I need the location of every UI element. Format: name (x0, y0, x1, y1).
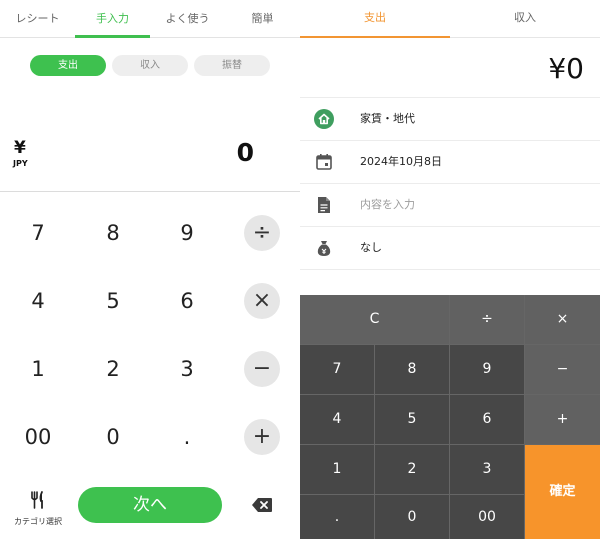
minus-button[interactable]: − (525, 345, 600, 394)
key-decimal[interactable]: . (157, 417, 217, 457)
payment-value: なし (360, 241, 382, 254)
tab-receipt[interactable]: レシート (0, 0, 75, 38)
tab-frequently-used[interactable]: よく使う (150, 0, 225, 38)
money-bag-icon (317, 241, 331, 256)
memo-input[interactable]: 内容を入力 (360, 184, 415, 226)
amount-display: 0 (236, 138, 254, 167)
amount-display: ¥0 (548, 52, 584, 85)
payment-row[interactable]: なし (300, 227, 600, 269)
key-0[interactable]: 0 (375, 495, 449, 539)
active-tab-indicator (300, 36, 450, 38)
house-icon (314, 109, 334, 129)
next-button[interactable]: 次へ (78, 487, 222, 523)
manual-entry-panel: レシート 手入力 よく使う 簡単 支出 収入 振替 ¥ JPY 0 7 8 9 … (0, 0, 300, 539)
date-value: 2024年10月8日 (360, 155, 442, 168)
key-8[interactable]: 8 (83, 213, 143, 253)
key-8[interactable]: 8 (375, 345, 449, 394)
calendar-icon (316, 154, 332, 170)
key-4[interactable]: 4 (8, 281, 68, 321)
backspace-icon (252, 498, 272, 512)
key-9[interactable]: 9 (157, 213, 217, 253)
key-00[interactable]: 00 (450, 495, 524, 539)
key-3[interactable]: 3 (450, 445, 524, 494)
category-value: 家賃・地代 (360, 112, 415, 125)
key-6[interactable]: 6 (157, 281, 217, 321)
tab-manual-input[interactable]: 手入力 (75, 0, 150, 38)
top-tab-bar: レシート 手入力 よく使う 簡単 (0, 0, 300, 38)
key-5[interactable]: 5 (83, 281, 143, 321)
key-7[interactable]: 7 (300, 345, 374, 394)
multiply-button[interactable]: × (525, 295, 600, 344)
divide-button[interactable]: ÷ (450, 295, 524, 344)
key-3[interactable]: 3 (157, 349, 217, 389)
plus-button[interactable]: + (525, 395, 600, 444)
tab-expense[interactable]: 支出 (300, 0, 450, 38)
segment-income[interactable]: 収入 (112, 55, 188, 76)
clear-button[interactable]: C (300, 295, 449, 344)
key-5[interactable]: 5 (375, 395, 449, 444)
divider (0, 191, 300, 192)
key-2[interactable]: 2 (83, 349, 143, 389)
key-4[interactable]: 4 (300, 395, 374, 444)
key-00[interactable]: 00 (8, 417, 68, 457)
multiply-button[interactable]: × (244, 283, 280, 319)
key-6[interactable]: 6 (450, 395, 524, 444)
key-9[interactable]: 9 (450, 345, 524, 394)
divide-button[interactable]: ÷ (244, 215, 280, 251)
currency-code[interactable]: JPY (13, 159, 28, 168)
tab-simple[interactable]: 簡単 (225, 0, 300, 38)
category-select-label: カテゴリ選択 (14, 517, 62, 526)
segment-transfer[interactable]: 振替 (194, 55, 270, 76)
key-7[interactable]: 7 (8, 213, 68, 253)
key-1[interactable]: 1 (8, 349, 68, 389)
transaction-detail-panel: 支出 収入 ¥0 家賃・地代 2024年10月8日 内容を入力 なし C ÷ ×… (300, 0, 600, 539)
memo-row[interactable]: 内容を入力 (300, 184, 600, 226)
minus-button[interactable]: − (244, 351, 280, 387)
date-row[interactable]: 2024年10月8日 (300, 141, 600, 183)
key-1[interactable]: 1 (300, 445, 374, 494)
type-tab-bar: 支出 収入 (300, 0, 600, 38)
segment-expense[interactable]: 支出 (30, 55, 106, 76)
fork-knife-icon (31, 491, 43, 509)
tab-income[interactable]: 収入 (450, 0, 600, 38)
key-2[interactable]: 2 (375, 445, 449, 494)
active-tab-indicator (75, 35, 150, 38)
confirm-button[interactable]: 確定 (525, 445, 600, 539)
divider (300, 269, 600, 270)
key-decimal[interactable]: . (300, 495, 374, 539)
plus-button[interactable]: + (244, 419, 280, 455)
document-icon (318, 197, 330, 213)
category-select-button[interactable]: カテゴリ選択 (10, 490, 66, 527)
key-0[interactable]: 0 (83, 417, 143, 457)
backspace-button[interactable] (250, 496, 274, 514)
category-row[interactable]: 家賃・地代 (300, 98, 600, 140)
currency-symbol[interactable]: ¥ (14, 138, 26, 158)
calculator-pad: C ÷ × 7 8 9 − 4 5 6 + 1 2 3 確定 . 0 00 (300, 295, 600, 539)
